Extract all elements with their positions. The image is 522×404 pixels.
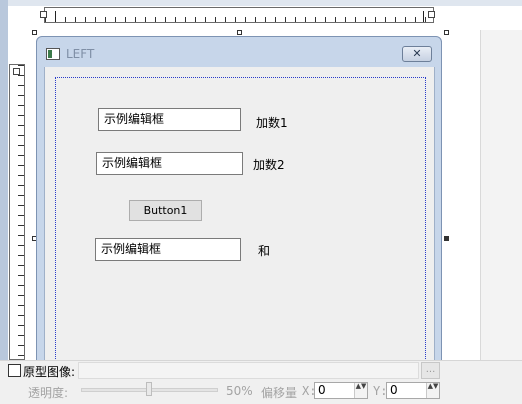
ruler-tick bbox=[423, 11, 424, 22]
opacity-slider-thumb[interactable] bbox=[146, 382, 152, 396]
selection-handle[interactable] bbox=[444, 236, 449, 241]
prototype-image-bar: 原型图像: ... 透明度: 50% 偏移量 X: 0 ▲▼ Y: 0 ▲▼ bbox=[0, 360, 522, 404]
vertical-ruler bbox=[9, 64, 25, 360]
close-icon: ✕ bbox=[412, 47, 422, 60]
form-title: LEFT bbox=[66, 47, 95, 61]
prototype-image-label: 原型图像: bbox=[23, 365, 76, 379]
selection-handle[interactable] bbox=[444, 30, 449, 35]
offset-label: 偏移量 bbox=[261, 386, 298, 400]
form-window[interactable]: LEFT ✕ 示例编辑框 加数1 示例编辑框 加数2 Button1 示例编辑框… bbox=[36, 36, 442, 367]
offset-y-value: 0 bbox=[390, 383, 398, 397]
addend2-input[interactable]: 示例编辑框 bbox=[96, 152, 243, 175]
window-app-icon bbox=[46, 48, 60, 60]
form-title-bar[interactable]: LEFT ✕ bbox=[37, 37, 441, 67]
addend1-label: 加数1 bbox=[256, 116, 288, 130]
spin-arrows-icon[interactable]: ▲▼ bbox=[426, 383, 439, 398]
ruler-tick bbox=[55, 11, 56, 22]
addend2-label: 加数2 bbox=[253, 158, 285, 172]
top-strip bbox=[0, 0, 522, 6]
ruler-handle-top[interactable] bbox=[13, 68, 20, 75]
left-strip bbox=[0, 0, 8, 360]
offset-x-value: 0 bbox=[318, 383, 326, 397]
offset-x-spinbox[interactable]: 0 ▲▼ bbox=[314, 382, 368, 399]
selection-handle[interactable] bbox=[237, 30, 242, 35]
prototype-image-path-input[interactable] bbox=[78, 362, 419, 379]
sum-input[interactable]: 示例编辑框 bbox=[95, 238, 241, 261]
horizontal-ruler bbox=[44, 7, 434, 23]
browse-button[interactable]: ... bbox=[421, 362, 440, 379]
close-button[interactable]: ✕ bbox=[402, 46, 432, 62]
right-pane bbox=[480, 30, 522, 360]
offset-y-spinbox[interactable]: 0 ▲▼ bbox=[386, 382, 440, 399]
opacity-value: 50% bbox=[226, 384, 253, 398]
selection-handle[interactable] bbox=[32, 30, 37, 35]
ruler-handle-right[interactable] bbox=[428, 11, 435, 18]
prototype-image-checkbox[interactable] bbox=[8, 364, 21, 377]
spin-arrows-icon[interactable]: ▲▼ bbox=[354, 383, 367, 398]
ruler-handle-left[interactable] bbox=[40, 11, 47, 18]
sum-label: 和 bbox=[258, 244, 271, 258]
button1[interactable]: Button1 bbox=[129, 200, 202, 221]
form-client-area: 示例编辑框 加数1 示例编辑框 加数2 Button1 示例编辑框 和 bbox=[44, 67, 435, 367]
opacity-label: 透明度: bbox=[28, 386, 69, 400]
design-grid-area: 示例编辑框 加数1 示例编辑框 加数2 Button1 示例编辑框 和 bbox=[55, 77, 426, 367]
addend1-input[interactable]: 示例编辑框 bbox=[98, 108, 241, 131]
